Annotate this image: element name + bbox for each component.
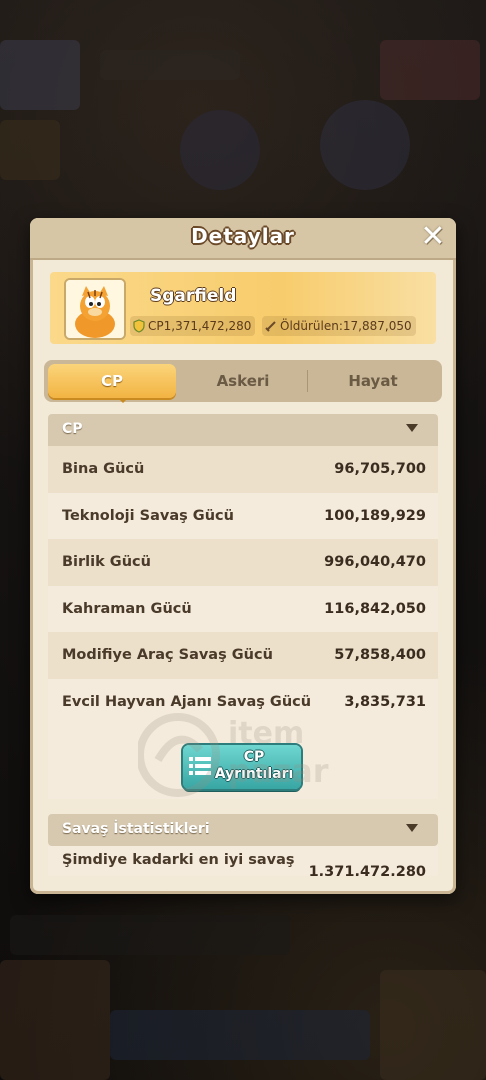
row-label: Teknoloji Savaş Gücü — [62, 507, 234, 524]
list-item: Modifiye Araç Savaş Gücü 57,858,400 — [48, 632, 438, 679]
chevron-down-icon — [406, 424, 418, 432]
dialog-title: Detaylar — [191, 224, 295, 248]
battle-section-header[interactable]: Savaş İstatistikleri — [48, 814, 438, 846]
player-profile-card: Sgarfield CP1,371,472,280 Öldürülen:17,8… — [50, 272, 436, 344]
tab-cp[interactable]: CP — [48, 364, 176, 398]
tab-askeri[interactable]: Askeri — [178, 364, 308, 398]
close-icon[interactable]: ✕ — [418, 222, 448, 252]
kills-chip: Öldürülen:17,887,050 — [262, 316, 416, 336]
row-value: 1,371,472,280 — [308, 864, 426, 876]
row-value: 57,858,400 — [334, 647, 426, 664]
row-value: 100,189,929 — [324, 507, 426, 524]
cp-value: CP1,371,472,280 — [148, 319, 252, 333]
background-tile — [0, 960, 110, 1080]
background-tile — [0, 120, 60, 180]
list-item: Teknoloji Savaş Gücü 100,189,929 — [48, 492, 438, 539]
cp-section-header[interactable]: CP — [48, 414, 438, 446]
cp-details-button[interactable]: CP Ayrıntıları — [183, 745, 301, 789]
cp-details-line2: Ayrıntıları — [214, 766, 294, 782]
cp-stats-list: Bina Gücü 96,705,700 Teknoloji Savaş Güc… — [48, 446, 438, 725]
details-dialog: Detaylar ✕ Sgarfield CP1,371,472,280 Öld… — [30, 218, 456, 894]
tab-bar: CP Askeri Hayat — [44, 360, 442, 403]
row-value: 3,835,731 — [344, 693, 426, 710]
row-label: Evcil Hayvan Ajanı Savaş Gücü — [62, 693, 312, 710]
row-label: Birlik Gücü — [62, 554, 151, 571]
row-value: 116,842,050 — [324, 600, 426, 617]
chevron-down-icon — [406, 824, 418, 832]
list-item: Evcil Hayvan Ajanı Savaş Gücü 3,835,731 — [48, 678, 438, 725]
cp-details-label: CP Ayrıntıları — [211, 749, 297, 783]
sword-icon — [265, 321, 276, 332]
background-tile — [320, 100, 410, 190]
list-item: Şimdiye kadarki en iyi savaş 1,371,472,2… — [48, 846, 438, 876]
background-tile — [380, 970, 486, 1080]
player-name: Sgarfield — [150, 286, 237, 306]
row-label: Şimdiye kadarki en iyi savaş — [62, 852, 295, 868]
row-label: Kahraman Gücü — [62, 600, 192, 617]
section-title: Savaş İstatistikleri — [62, 821, 210, 837]
background-tile — [110, 1010, 370, 1060]
active-tab-pointer — [118, 398, 128, 403]
background-tile — [180, 110, 260, 190]
garfield-avatar-icon — [66, 280, 124, 338]
cp-detail-area: CP Ayrıntıları — [48, 725, 438, 799]
tab-hayat[interactable]: Hayat — [308, 364, 438, 398]
row-value: 996,040,470 — [324, 554, 426, 571]
background-tile — [100, 50, 240, 80]
list-item: Birlik Gücü 996,040,470 — [48, 539, 438, 586]
background-tile — [10, 915, 290, 955]
section-title: CP — [62, 421, 83, 437]
cp-chip: CP1,371,472,280 — [130, 316, 256, 336]
background-tile — [0, 40, 80, 110]
list-item: Bina Gücü 96,705,700 — [48, 446, 438, 493]
row-label: Bina Gücü — [62, 461, 145, 478]
row-label: Modifiye Araç Savaş Gücü — [62, 647, 273, 664]
list-item: Kahraman Gücü 116,842,050 — [48, 585, 438, 632]
cp-details-line1: CP — [243, 749, 265, 765]
row-value: 96,705,700 — [334, 461, 426, 478]
dialog-header: Detaylar ✕ — [30, 218, 456, 260]
background-tile — [380, 40, 480, 100]
avatar[interactable] — [64, 278, 126, 340]
list-icon — [189, 757, 211, 775]
shield-icon — [133, 319, 145, 333]
kills-value: Öldürülen:17,887,050 — [280, 319, 412, 333]
